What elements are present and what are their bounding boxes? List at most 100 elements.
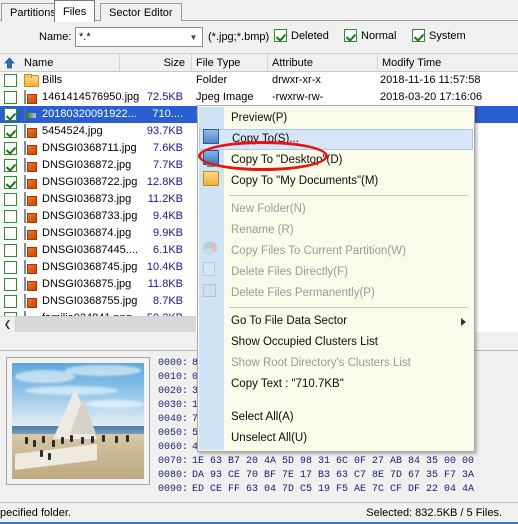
checkbox-icon[interactable] — [274, 29, 287, 42]
preview-person — [80, 437, 84, 445]
row-checkbox[interactable] — [4, 74, 17, 87]
context-menu-item-label: Select All(A) — [231, 411, 294, 423]
hex-offset: 0010: — [158, 372, 189, 383]
cell-modify-time: 2018-11-16 11:57:58 — [380, 74, 481, 86]
context-menu-item-label: Rename (R) — [231, 224, 294, 236]
context-menu-item-label: Copy Text : "710.7KB" — [231, 378, 344, 390]
column-header-file-type[interactable]: File Type — [192, 54, 268, 72]
jpeg-file-icon — [24, 124, 26, 138]
name-filter-combobox[interactable]: *.* ▼ — [75, 27, 203, 47]
hex-row: 0080: DA 93 CE 70 BF 7E 17 B3 63 C7 8E 7D… — [158, 469, 515, 483]
row-checkbox[interactable] — [4, 278, 17, 291]
chevron-down-icon[interactable]: ▼ — [185, 28, 202, 46]
context-menu-item-label: Copy Files To Current Partition(W) — [231, 245, 406, 257]
name-filter-input[interactable]: *.* — [76, 31, 185, 43]
file-list-horizontal-scrollbar[interactable]: ❮ — [0, 316, 196, 332]
context-menu-item[interactable]: Go To File Data Sector — [198, 311, 474, 332]
cell-size: 10.4KB — [146, 261, 183, 273]
column-header-attribute[interactable]: Attribute — [268, 54, 378, 72]
context-menu[interactable]: Preview(P) Copy To(S)... Copy To "Desktop"… — [197, 105, 475, 452]
row-checkbox[interactable] — [4, 142, 17, 155]
table-row[interactable]: Bills Folder drwxr-xr-x 2018-11-16 11:57:58 — [0, 72, 518, 89]
preview-person — [25, 437, 29, 445]
sort-ascending-icon[interactable] — [4, 57, 15, 69]
jpeg-file-icon — [24, 243, 26, 257]
status-bar: pecified folder. Selected: 832.5KB / 5 F… — [0, 502, 518, 524]
row-checkbox[interactable] — [4, 295, 17, 308]
row-checkbox[interactable] — [4, 244, 17, 257]
hex-offset: 0050: — [158, 428, 189, 439]
filter-checkbox-deleted-label: Deleted — [291, 29, 329, 42]
cell-size: 12.8KB — [146, 176, 183, 188]
column-header-modify-time[interactable]: Modify Time — [378, 54, 518, 72]
preview-person — [70, 434, 74, 442]
jpeg-file-icon — [24, 90, 26, 104]
chevron-right-icon — [461, 318, 466, 326]
filter-checkbox-normal[interactable]: Normal — [344, 29, 396, 42]
context-menu-item[interactable]: Unselect All(U) — [198, 428, 474, 449]
cell-size: 710.... — [152, 108, 183, 120]
row-checkbox[interactable] — [4, 176, 17, 189]
hex-offset: 0040: — [158, 414, 189, 425]
context-menu-item[interactable]: Preview(P) — [198, 108, 474, 129]
row-checkbox[interactable] — [4, 125, 17, 138]
preview-tent-secondary — [70, 397, 97, 434]
context-menu-item[interactable]: Copy To "Desktop"(D) — [198, 150, 474, 171]
context-menu-item[interactable]: Copy To "My Documents"(M) — [198, 171, 474, 192]
preview-person — [42, 436, 46, 444]
copy-to-icon — [203, 129, 219, 144]
row-checkbox[interactable] — [4, 261, 17, 274]
context-menu-item-label: Copy To "My Documents"(M) — [231, 175, 379, 187]
context-menu-item: Copy Files To Current Partition(W) — [198, 241, 474, 262]
pie-icon — [203, 241, 217, 255]
preview-person — [47, 453, 51, 461]
status-selection-summary: Selected: 832.5KB / 5 Files. — [366, 507, 502, 519]
row-checkbox[interactable] — [4, 159, 17, 172]
column-header-size[interactable]: Size — [120, 54, 192, 72]
scrollbar-track[interactable] — [16, 317, 196, 332]
cell-size: 11.2KB — [147, 193, 183, 205]
cell-modify-time: 2018-03-20 17:16:06 — [380, 91, 483, 103]
image-file-icon — [24, 107, 26, 121]
checkbox-icon[interactable] — [412, 29, 425, 42]
context-menu-item[interactable]: Copy Text : "710.7KB" — [198, 374, 474, 395]
hex-offset: 0020: — [158, 386, 189, 397]
cell-size: 11.8KB — [147, 278, 183, 290]
image-preview-box[interactable] — [6, 357, 150, 485]
row-checkbox[interactable] — [4, 193, 17, 206]
row-checkbox[interactable] — [4, 108, 17, 121]
preview-person — [33, 439, 37, 447]
preview-cloud — [64, 365, 142, 376]
row-checkbox[interactable] — [4, 227, 17, 240]
context-menu-item-label: Copy To(S)... — [232, 133, 299, 145]
hex-row: 0070: 1E 63 B7 20 4A 5D 98 31 6C 0F 27 AB… — [158, 455, 515, 469]
scroll-left-icon[interactable]: ❮ — [0, 317, 16, 332]
filter-checkbox-deleted[interactable]: Deleted — [274, 29, 329, 42]
row-checkbox[interactable] — [4, 210, 17, 223]
column-header-name[interactable]: Name — [20, 54, 120, 72]
context-menu-item[interactable]: Show Occupied Clusters List — [198, 332, 474, 353]
context-menu-item-label: New Folder(N) — [231, 203, 306, 215]
cell-size: 8.7KB — [153, 295, 183, 307]
jpeg-file-icon — [24, 226, 26, 240]
filter-checkbox-system[interactable]: System — [412, 29, 466, 42]
preview-person — [39, 450, 43, 457]
context-menu-item[interactable]: Select All(A) — [198, 407, 474, 428]
preview-person — [91, 436, 95, 444]
checkbox-icon[interactable] — [344, 29, 357, 42]
name-filter-label: Name: — [39, 31, 72, 43]
cell-size: 6.1KB — [153, 244, 183, 256]
context-menu-separator — [229, 195, 468, 196]
status-message: pecified folder. — [0, 507, 71, 519]
context-menu-item-label: Preview(P) — [231, 112, 288, 124]
table-row[interactable]: 1461414576950.jpg 72.5KB Jpeg Image -rwxrw-… — [0, 89, 518, 106]
tab-files[interactable]: Files — [54, 0, 96, 22]
context-menu-item-label: Delete Files Permanently(P) — [231, 287, 375, 299]
context-menu-item[interactable]: Copy To(S)... — [199, 129, 473, 150]
tab-strip: Partitions Files Sector Editor — [0, 0, 518, 22]
preview-person — [101, 434, 105, 442]
tab-sector-editor[interactable]: Sector Editor — [100, 3, 182, 21]
hex-offset: 0070: — [158, 456, 189, 467]
row-checkbox[interactable] — [4, 91, 17, 104]
hex-offset: 0060: — [158, 442, 189, 453]
